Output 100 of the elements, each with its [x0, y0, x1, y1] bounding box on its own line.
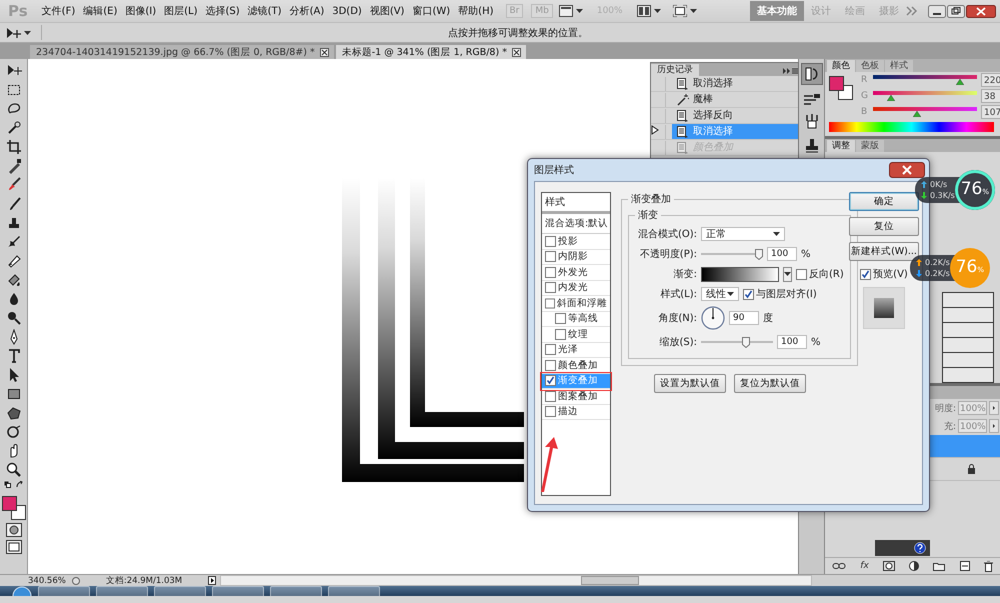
close-icon[interactable] [889, 162, 925, 178]
panel-tab[interactable]: 调整 [827, 140, 855, 152]
menu-item[interactable]: 图层(L) [160, 2, 202, 20]
document-tab[interactable]: 234704-14031419152139.jpg @ 66.7% (图层 0, RGB/8#) * [30, 45, 334, 59]
defaults-button[interactable]: 设置为默认值 [654, 374, 726, 393]
arrange-documents-button[interactable] [636, 5, 661, 17]
slider-thumb[interactable] [742, 336, 750, 348]
checkbox[interactable] [860, 268, 872, 280]
screen-mode-button[interactable] [672, 5, 697, 17]
channel-value-field[interactable]: 38 [981, 89, 1000, 103]
checkbox[interactable] [555, 328, 566, 340]
color-swatches[interactable] [829, 76, 853, 100]
menu-item[interactable]: 3D(D) [328, 4, 366, 18]
checkbox[interactable] [545, 344, 556, 356]
tool-icon[interactable] [6, 424, 22, 440]
panel-tab[interactable]: 颜色 [827, 60, 855, 72]
folder-icon[interactable] [933, 562, 946, 570]
checkbox[interactable] [796, 268, 807, 280]
taskbar-button[interactable] [270, 586, 322, 596]
document-tab[interactable]: 未标题-1 @ 341% (图层 1, RGB/8) * [336, 45, 526, 59]
slider-thumb[interactable] [956, 79, 964, 85]
defaults-button[interactable]: 复位为默认值 [734, 374, 806, 393]
style-item[interactable]: 斜面和浮雕 [542, 296, 610, 312]
opacity-input[interactable]: 100 [767, 247, 797, 261]
panel-tab[interactable]: 蒙版 [856, 140, 884, 152]
style-dropdown[interactable]: 线性 [701, 287, 739, 301]
menu-item[interactable]: 滤镜(T) [244, 2, 286, 20]
checkbox[interactable] [545, 282, 556, 294]
tool-icon[interactable] [6, 120, 22, 136]
panel-menu-icon[interactable] [782, 66, 798, 76]
checkbox[interactable] [545, 298, 555, 309]
style-item[interactable]: 图案叠加 [542, 389, 610, 404]
quick-mask-icon[interactable] [6, 523, 22, 537]
checkbox[interactable] [545, 390, 556, 402]
checkbox[interactable] [545, 406, 556, 418]
angle-input[interactable]: 90 [729, 311, 759, 325]
tool-icon[interactable] [6, 310, 22, 326]
mask-icon[interactable] [883, 561, 895, 571]
view-extras-button[interactable] [558, 5, 583, 17]
gradient-dropdown[interactable] [783, 266, 792, 282]
tool-icon[interactable] [6, 253, 22, 269]
style-item[interactable]: 描边 [542, 404, 610, 420]
style-item[interactable]: 光泽 [542, 342, 610, 358]
arrow-button-icon[interactable] [989, 401, 999, 415]
menu-item[interactable]: 视图(V) [366, 2, 408, 20]
tool-icon[interactable] [6, 405, 22, 421]
start-orb-icon[interactable] [12, 586, 32, 596]
style-item[interactable]: 等高线 [542, 312, 610, 327]
tool-icon[interactable] [6, 386, 22, 402]
arrow-button-icon[interactable] [989, 419, 999, 433]
history-item[interactable]: 魔棒 [672, 92, 798, 107]
scale-input[interactable]: 100 [777, 335, 807, 349]
blending-options-item[interactable]: 混合选项:默认 [542, 214, 610, 234]
gradient-swatch[interactable] [701, 266, 779, 282]
minimize-icon[interactable] [928, 4, 946, 18]
screen-mode-icon[interactable] [6, 540, 22, 554]
status-menu-icon[interactable] [208, 576, 216, 585]
checkbox[interactable] [545, 236, 556, 247]
help-icon[interactable] [914, 542, 926, 554]
checkbox[interactable] [545, 360, 556, 371]
style-item[interactable]: 纹理 [542, 327, 610, 342]
taskbar-button[interactable] [38, 586, 90, 596]
menu-item[interactable]: 选择(S) [202, 2, 244, 20]
dialog-button[interactable]: 复位 [849, 217, 919, 236]
history-item[interactable]: 选择反向 [672, 108, 798, 123]
trash-icon[interactable] [984, 560, 993, 572]
styles-list-header[interactable]: 样式 [542, 193, 610, 214]
checkbox[interactable] [545, 266, 556, 278]
taskbar-button[interactable] [96, 586, 148, 596]
panel-tab[interactable]: 样式 [885, 60, 913, 72]
default-colors-icon[interactable] [4, 481, 24, 489]
menu-item[interactable]: 窗口(W) [408, 2, 454, 20]
history-item[interactable]: 取消选择 [672, 76, 798, 91]
checkbox[interactable] [545, 375, 556, 386]
close-icon[interactable] [320, 48, 329, 56]
channel-value-field[interactable]: 107 [981, 105, 1000, 119]
menu-item[interactable]: 图像(I) [121, 2, 160, 20]
stamp-icon[interactable] [804, 137, 820, 153]
tool-preset-picker[interactable] [6, 25, 42, 40]
checkbox[interactable] [555, 313, 566, 324]
slider-thumb[interactable] [887, 95, 896, 101]
checkbox[interactable] [545, 251, 556, 262]
close-icon[interactable] [512, 48, 521, 56]
style-item[interactable]: 内阴影 [542, 250, 610, 265]
layer-style-button[interactable]: fx [860, 561, 869, 571]
dialog-button[interactable]: 确定 [849, 192, 919, 211]
checkbox[interactable] [743, 288, 754, 300]
style-item[interactable]: 外发光 [542, 265, 610, 280]
tool-icon[interactable] [6, 82, 22, 98]
style-item[interactable]: 内发光 [542, 280, 610, 296]
restore-icon[interactable] [947, 4, 965, 18]
taskbar-button[interactable] [328, 586, 380, 596]
brush-presets-icon[interactable] [802, 93, 820, 105]
style-item[interactable]: 投影 [542, 234, 610, 250]
more-workspaces-icon[interactable] [906, 6, 918, 16]
slider-thumb[interactable] [913, 111, 922, 117]
blend-mode-dropdown[interactable]: 正常 [701, 227, 785, 241]
menu-item[interactable]: 编辑(E) [79, 2, 122, 20]
panel-tab[interactable]: 色板 [856, 60, 884, 72]
menu-item[interactable]: 分析(A) [286, 2, 328, 20]
